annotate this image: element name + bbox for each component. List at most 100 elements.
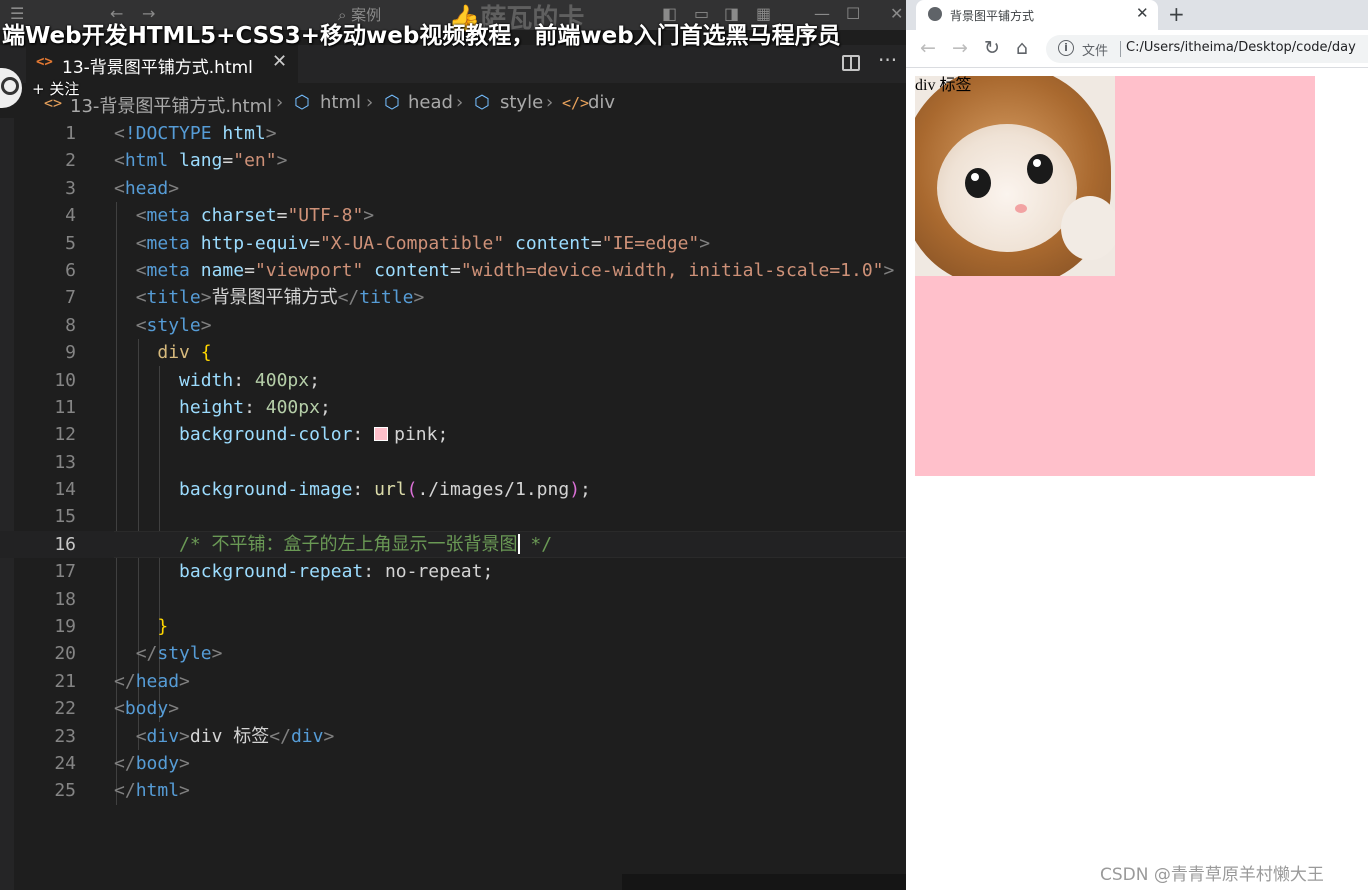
line-number: 17 <box>54 561 76 583</box>
breadcrumb: <> 13-背景图平铺方式.html › ⬡ html › ⬡ head › ⬡… <box>0 92 906 118</box>
color-swatch[interactable] <box>374 427 389 442</box>
course-title-overlay: 端Web开发HTML5+CSS3+移动web视频教程，前端web入门首选黑马程序… <box>2 23 841 49</box>
line-number: 9 <box>65 342 76 364</box>
demo-div-box: div 标签 <box>915 76 1315 476</box>
code-line: 4 <meta charset="UTF-8"> <box>0 202 906 229</box>
chevron-right-icon: › <box>546 92 554 113</box>
line-number: 13 <box>54 451 76 473</box>
code-line: 3 <head> <box>0 175 906 202</box>
div-text: div 标签 <box>915 77 972 94</box>
screen: ☰ ← → ◧ ▭ ◨ ▦ — ☐ ✕ ⌕ 案例 👍萨瓦的卡 端Web开发HTM… <box>0 0 1368 890</box>
code-line: 17 background-repeat: no-repeat; <box>0 558 906 585</box>
code-line-active: 16 /* 不平铺：盒子的左上角显示一张背景图 */ <box>0 530 906 559</box>
code-line: 10 width: 400px; <box>0 367 906 394</box>
background-image-cat <box>915 76 1115 276</box>
split-editor-icon[interactable] <box>842 55 860 71</box>
line-number: 3 <box>65 177 76 199</box>
code-line: 14 background-image: url(./images/1.png)… <box>0 476 906 503</box>
scheme-label: 文件 <box>1082 44 1109 59</box>
breadcrumb-head[interactable]: head <box>408 92 453 113</box>
url-text: C:/Users/itheima/Desktop/code/day <box>1126 40 1356 55</box>
browser-tab-close-icon[interactable]: ✕ <box>1136 4 1149 22</box>
close-window-icon[interactable]: ✕ <box>890 4 903 23</box>
code-line: 24 </body> <box>0 750 906 777</box>
follow-button[interactable]: + 关注 <box>32 78 79 99</box>
more-actions-icon[interactable]: ··· <box>878 48 897 72</box>
browser-tab-title: 背景图平铺方式 <box>950 9 1035 23</box>
code-line: 25 </html> <box>0 777 906 804</box>
cat-paw <box>1061 196 1115 260</box>
home-icon[interactable]: ⌂ <box>1016 37 1028 59</box>
line-number: 18 <box>54 588 76 610</box>
follow-label: 关注 <box>49 80 80 98</box>
code-line: 12 background-color: pink; <box>0 421 906 448</box>
line-number: 6 <box>65 259 76 281</box>
line-number: 2 <box>65 150 76 172</box>
cat-eye-right <box>1027 154 1053 184</box>
code-line: 11 height: 400px; <box>0 394 906 421</box>
editor-tabbar: <> 13-背景图平铺方式.html ✕ <box>0 45 906 83</box>
code-line: 9 div { <box>0 339 906 366</box>
code-editor: ☰ ← → ◧ ▭ ◨ ▦ — ☐ ✕ ⌕ 案例 👍萨瓦的卡 端Web开发HTM… <box>0 0 1194 890</box>
code-line: 20 </style> <box>0 640 906 667</box>
breadcrumb-html[interactable]: html <box>320 92 361 113</box>
breadcrumb-div[interactable]: div <box>588 92 615 113</box>
maximize-icon[interactable]: ☐ <box>846 4 860 23</box>
forward-arrow-icon[interactable]: → <box>952 37 968 59</box>
line-number: 23 <box>54 725 76 747</box>
line-number: 14 <box>54 479 76 501</box>
line-number: 24 <box>54 752 76 774</box>
line-number: 16 <box>54 533 76 555</box>
code-line: 18 <box>0 586 906 613</box>
line-number: 5 <box>65 232 76 254</box>
code-line: 1 <!DOCTYPE html> <box>0 120 906 147</box>
browser-window: 背景图平铺方式 ✕ + ← → ↻ ⌂ i 文件 C:/Users/itheim… <box>906 0 1368 890</box>
code-line: 2 <html lang="en"> <box>0 147 906 174</box>
browser-tabstrip: 背景图平铺方式 ✕ + <box>906 0 1368 30</box>
tab-close-icon[interactable]: ✕ <box>272 51 287 72</box>
new-tab-button[interactable]: + <box>1168 2 1185 26</box>
code-line: 8 <style> <box>0 312 906 339</box>
line-number: 10 <box>54 369 76 391</box>
code-line: 21 </head> <box>0 668 906 695</box>
cube-icon: ⬡ <box>474 92 490 113</box>
code-line: 7 <title>背景图平铺方式</title> <box>0 284 906 311</box>
address-bar[interactable]: i 文件 C:/Users/itheima/Desktop/code/day <box>1046 35 1368 63</box>
code-line: 22 <body> <box>0 695 906 722</box>
line-number: 8 <box>65 314 76 336</box>
cat-eye-left <box>965 168 991 198</box>
line-number: 4 <box>65 205 76 227</box>
html-file-icon: <> <box>36 54 53 70</box>
code-line: 23 <div>div 标签</div> <box>0 723 906 750</box>
browser-toolbar: ← → ↻ ⌂ i 文件 C:/Users/itheima/Desktop/co… <box>906 30 1368 68</box>
line-number: 19 <box>54 616 76 638</box>
info-icon[interactable]: i <box>1058 40 1074 56</box>
chevron-right-icon: › <box>276 92 284 113</box>
plus-icon: + <box>32 80 50 98</box>
back-arrow-icon[interactable]: ← <box>920 37 936 59</box>
cube-icon: ⬡ <box>384 92 400 113</box>
code-line: 6 <meta name="viewport" content="width=d… <box>0 257 906 284</box>
line-number: 20 <box>54 643 76 665</box>
chevron-right-icon: › <box>456 92 464 113</box>
rendered-page: div 标签 <box>906 68 1368 890</box>
line-number: 12 <box>54 424 76 446</box>
cat-face <box>937 124 1077 252</box>
csdn-watermark: CSDN @青青草原羊村懒大王 <box>1100 865 1324 885</box>
breadcrumb-file[interactable]: 13-背景图平铺方式.html <box>70 92 272 118</box>
line-number: 7 <box>65 287 76 309</box>
reload-icon[interactable]: ↻ <box>984 37 1000 59</box>
code-line: 19 } <box>0 613 906 640</box>
tab-label: 13-背景图平铺方式.html <box>62 58 253 78</box>
code-line: 15 <box>0 503 906 530</box>
code-area[interactable]: 1 <!DOCTYPE html> 2 <html lang="en"> 3 <hea… <box>0 120 906 805</box>
code-line: 13 <box>0 449 906 476</box>
code-line: 5 <meta http-equiv="X-UA-Compatible" con… <box>0 230 906 257</box>
cat-nose <box>1015 204 1027 213</box>
browser-tab-active[interactable]: 背景图平铺方式 ✕ <box>916 0 1158 30</box>
line-number: 1 <box>65 123 76 144</box>
breadcrumb-style[interactable]: style <box>500 92 543 113</box>
line-number: 25 <box>54 780 76 802</box>
globe-icon <box>928 7 942 21</box>
line-number: 15 <box>54 506 76 528</box>
